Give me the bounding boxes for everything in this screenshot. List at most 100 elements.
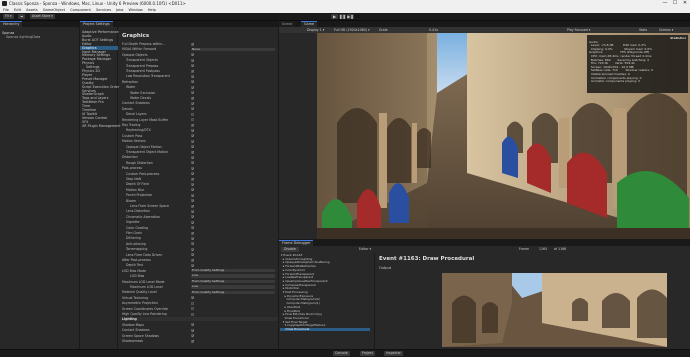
- setting-checkbox[interactable]: [191, 188, 194, 192]
- setting-checkbox[interactable]: [191, 296, 194, 300]
- setting-dropdown[interactable]: Low: [191, 284, 275, 289]
- setting-checkbox[interactable]: [191, 199, 194, 203]
- setting-checkbox[interactable]: [191, 307, 194, 311]
- setting-checkbox[interactable]: [191, 69, 194, 73]
- setting-checkbox[interactable]: [191, 258, 194, 262]
- setting-checkbox[interactable]: [191, 247, 194, 251]
- setting-checkbox[interactable]: [191, 210, 194, 214]
- setting-dropdown[interactable]: Low: [191, 274, 275, 278]
- setting-label: Shadowmask: [122, 339, 144, 343]
- setting-checkbox[interactable]: [191, 301, 194, 305]
- graphics-setting-row: Decals: [122, 107, 277, 111]
- setting-label: Transparent Postpass: [126, 69, 160, 73]
- setting-checkbox[interactable]: [191, 231, 194, 235]
- graphics-setting-row: Dithering: [122, 236, 277, 240]
- settings-category-item[interactable]: XR Plugin Management: [82, 124, 120, 128]
- setting-checkbox[interactable]: [191, 102, 194, 106]
- maximize-button[interactable]: ☐: [670, 0, 680, 7]
- setting-label: Lens Flare Data Driven: [126, 252, 163, 257]
- setting-dropdown[interactable]: From Quality Settings: [191, 268, 275, 273]
- setting-checkbox[interactable]: [191, 150, 194, 154]
- setting-label: Raytracing/DTX: [126, 128, 151, 133]
- setting-checkbox[interactable]: [191, 96, 194, 100]
- setting-checkbox[interactable]: [191, 172, 194, 176]
- asset-store-button[interactable]: Asset Store ▾: [30, 14, 55, 19]
- target-dropdown[interactable]: Editor ▾: [359, 246, 371, 252]
- setting-checkbox[interactable]: [191, 334, 194, 338]
- play-button[interactable]: ▶: [331, 14, 338, 19]
- setting-checkbox[interactable]: [191, 123, 194, 127]
- tab-console[interactable]: Console: [333, 351, 350, 356]
- setting-checkbox[interactable]: [191, 253, 194, 257]
- graphics-setting-row: Low Resolution Transparent: [122, 74, 277, 78]
- setting-label: LOD Bias: [130, 274, 145, 279]
- setting-checkbox[interactable]: [191, 53, 194, 57]
- setting-checkbox[interactable]: [191, 42, 194, 46]
- graphics-setting-row: Chromatic Aberration: [122, 215, 277, 219]
- setting-checkbox[interactable]: [191, 107, 194, 111]
- frame-value[interactable]: 1165: [539, 246, 547, 252]
- event-title: Event #1163: Draw Procedural: [379, 256, 475, 262]
- setting-checkbox[interactable]: [191, 204, 194, 208]
- setting-checkbox[interactable]: [191, 134, 194, 138]
- setting-checkbox[interactable]: [191, 118, 194, 122]
- setting-checkbox[interactable]: [191, 242, 194, 246]
- setting-checkbox[interactable]: [191, 75, 194, 79]
- setting-checkbox[interactable]: [191, 226, 194, 230]
- setting-checkbox[interactable]: [191, 215, 194, 219]
- setting-checkbox[interactable]: [191, 220, 194, 224]
- graphics-setting-row: After Post-process: [122, 258, 277, 262]
- graphics-setting-row: Water Decals: [122, 96, 277, 100]
- graphics-setting-row: Lens Flare Data Driven: [122, 253, 277, 257]
- setting-checkbox[interactable]: [191, 85, 194, 89]
- setting-label: Opaque Object Motion: [126, 144, 162, 149]
- setting-checkbox[interactable]: [191, 312, 194, 316]
- setting-dropdown[interactable]: From Quality Settings: [191, 279, 275, 284]
- setting-label: Lens Flare Screen Space: [130, 204, 169, 208]
- setting-checkbox[interactable]: [191, 112, 194, 116]
- pause-button[interactable]: ❚❚: [339, 14, 346, 19]
- setting-checkbox[interactable]: [191, 91, 194, 95]
- step-button[interactable]: ▶❚: [347, 14, 354, 19]
- graphics-setting-row: Post-process: [122, 166, 277, 170]
- graphics-setting-row: Distortion: [122, 155, 277, 159]
- tab-project[interactable]: Project: [360, 351, 375, 356]
- setting-checkbox[interactable]: [191, 139, 194, 143]
- tab-hierarchy[interactable]: Hierarchy: [0, 21, 23, 27]
- setting-checkbox[interactable]: [191, 166, 194, 170]
- close-button[interactable]: ✕: [680, 0, 690, 7]
- graphics-setting-row: Custom Post-process: [122, 172, 277, 176]
- disable-button[interactable]: Disable: [281, 246, 299, 252]
- cloud-button[interactable]: ☁: [18, 14, 26, 19]
- tab-inspector[interactable]: Inspector: [384, 351, 403, 356]
- setting-checkbox[interactable]: [191, 161, 194, 165]
- setting-checkbox[interactable]: [191, 183, 194, 187]
- setting-checkbox[interactable]: [191, 156, 194, 160]
- hierarchy-row-lighting-data[interactable]: Sponza.lightingData: [6, 35, 40, 39]
- setting-checkbox[interactable]: [191, 264, 194, 268]
- setting-checkbox[interactable]: [191, 193, 194, 197]
- setting-checkbox[interactable]: [191, 339, 194, 343]
- graphics-setting-row: Water Exclusion: [122, 91, 277, 95]
- setting-checkbox[interactable]: [191, 64, 194, 68]
- account-button[interactable]: FV ▾: [3, 14, 14, 19]
- setting-checkbox[interactable]: [191, 129, 194, 133]
- graphics-setting-row: Transparent Objects: [122, 58, 277, 62]
- setting-label: Maximum LOD Level: [130, 285, 163, 289]
- setting-dropdown[interactable]: None: [191, 47, 275, 52]
- setting-label: Bloom: [126, 198, 137, 203]
- setting-checkbox[interactable]: [191, 58, 194, 62]
- setting-checkbox[interactable]: [191, 145, 194, 149]
- setting-checkbox[interactable]: [191, 177, 194, 181]
- minimize-button[interactable]: —: [660, 0, 670, 7]
- game-viewport[interactable]: Statistics Audio: Level: -74.8 dB DSP loa…: [317, 33, 690, 239]
- setting-checkbox[interactable]: [191, 328, 194, 332]
- setting-dropdown[interactable]: From Quality Settings: [191, 290, 275, 295]
- setting-checkbox[interactable]: [191, 80, 194, 84]
- setting-label: Refraction: [122, 79, 139, 84]
- frame-event-item[interactable]: Draw Procedural: [280, 327, 370, 332]
- setting-label: Tonemapping: [126, 247, 148, 252]
- setting-label: Contact Shadows: [122, 101, 150, 106]
- setting-checkbox[interactable]: [191, 237, 194, 241]
- setting-checkbox[interactable]: [191, 323, 194, 327]
